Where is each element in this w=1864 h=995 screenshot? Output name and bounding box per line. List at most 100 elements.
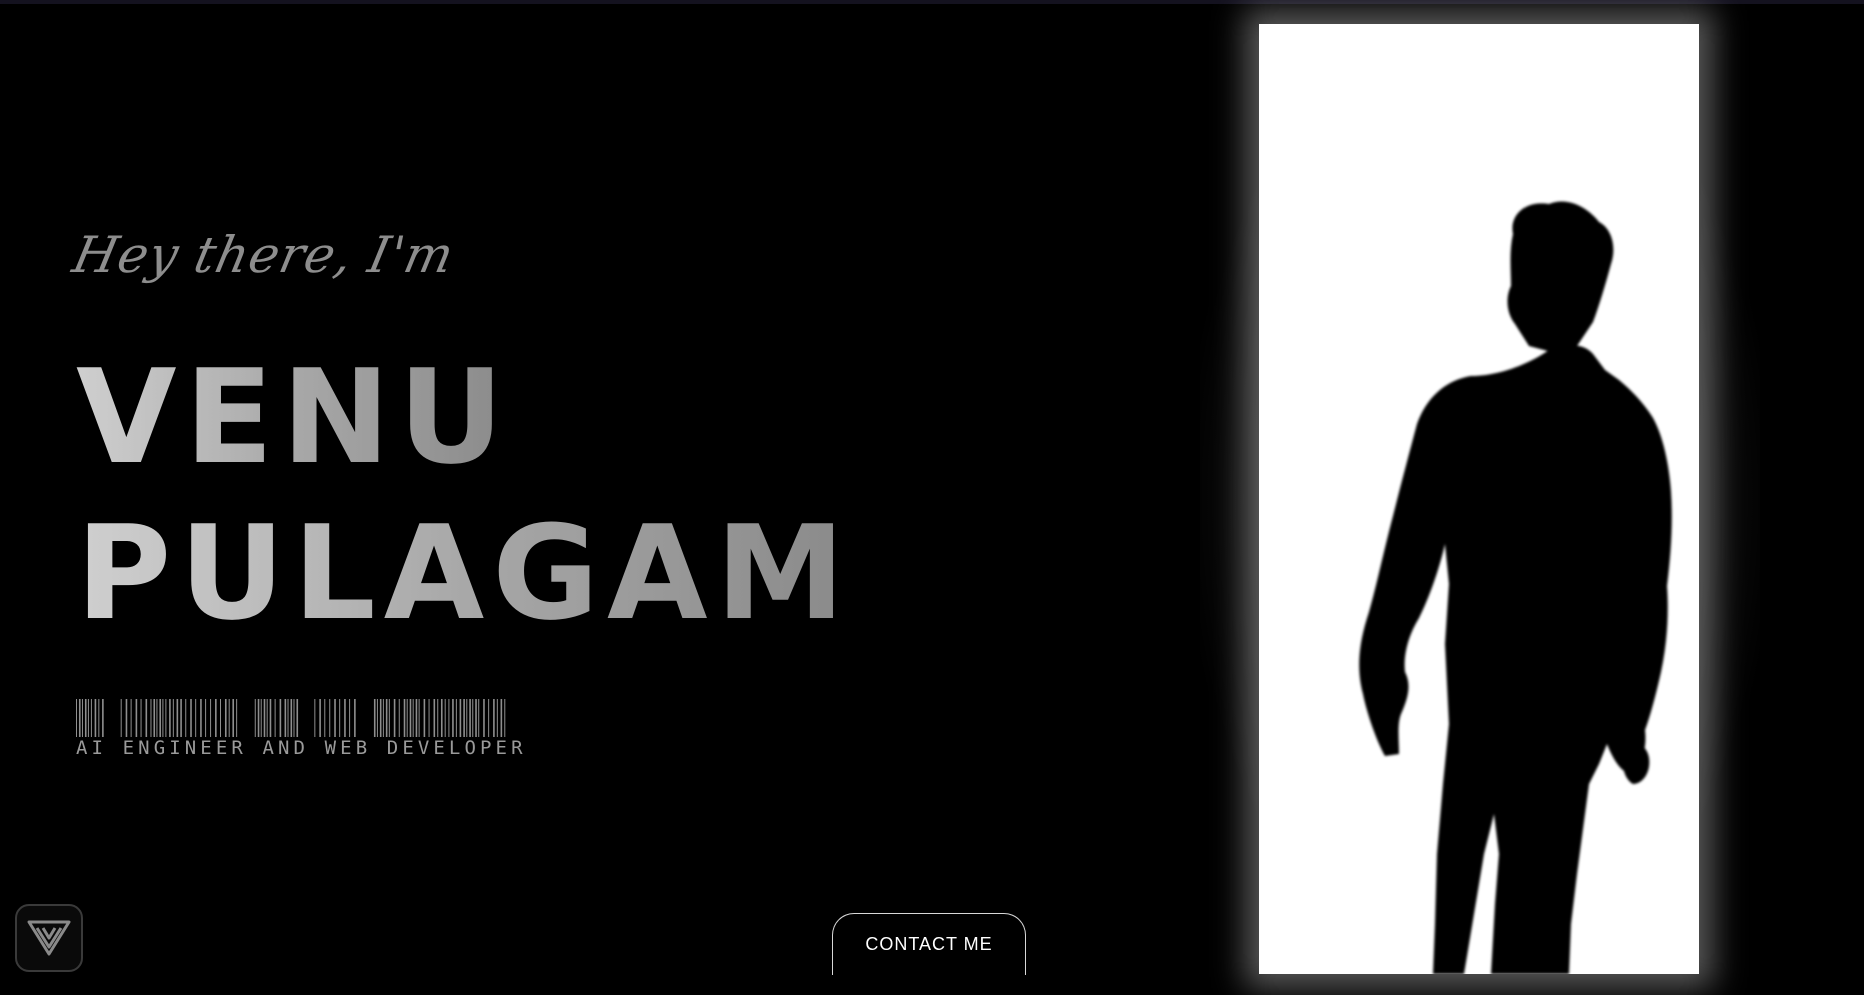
barcode-bar (279, 699, 282, 737)
barcode-bar (296, 699, 299, 737)
barcode-bar (472, 699, 474, 737)
barcode-bar (290, 699, 293, 737)
barcode-bar (87, 699, 89, 737)
barcode-bar (220, 699, 221, 737)
barcode-bar (263, 699, 266, 737)
barcode-bar (475, 699, 477, 737)
barcode-bar (455, 699, 457, 737)
barcode-bar (409, 699, 412, 737)
barcode-bar (200, 699, 202, 737)
barcode-graphic (76, 699, 508, 737)
barcode-bar (376, 699, 378, 737)
hero-subtitle: AI ENGINEER AND WEB DEVELOPER (76, 737, 527, 759)
hero-last-name: PULAGAM (76, 497, 853, 649)
barcode-bar (287, 699, 289, 737)
barcode-bar (469, 699, 471, 737)
barcode-bar (153, 699, 156, 737)
barcode-bar (90, 699, 92, 737)
barcode-bar (319, 699, 321, 737)
barcode-bar (76, 699, 77, 737)
barcode-bar (120, 699, 122, 737)
barcode-bar (169, 699, 171, 737)
barcode-bar (412, 699, 414, 737)
site-logo[interactable] (15, 904, 83, 972)
barcode-bar (324, 699, 326, 737)
contact-me-button[interactable]: CONTACT ME (832, 913, 1026, 975)
barcode-bar (423, 699, 426, 737)
barcode-bar (172, 699, 174, 737)
barcode-bar (418, 699, 420, 737)
barcode-bar (344, 699, 346, 737)
barcode-bar (145, 699, 148, 737)
barcode-bar (150, 699, 152, 737)
barcode-bar (293, 699, 295, 737)
barcode-bar (102, 699, 104, 737)
hero-subtitle-block: AI ENGINEER AND WEB DEVELOPER (76, 699, 527, 759)
barcode-bar (334, 699, 336, 737)
barcode-bar (466, 699, 468, 737)
barcode-bar (84, 699, 87, 737)
barcode-bar (496, 699, 498, 737)
hero-greeting: Hey there, I'm (67, 226, 460, 284)
barcode-bar (329, 699, 331, 737)
barcode-bar (448, 699, 450, 737)
barcode-bar (349, 699, 351, 737)
barcode-bar (130, 699, 132, 737)
barcode-bar (228, 699, 230, 737)
chevron-v-logo-icon (27, 920, 71, 956)
barcode-bar (314, 699, 316, 737)
barcode-bar (437, 699, 439, 737)
barcode-bar (257, 699, 260, 737)
barcode-bar (98, 699, 100, 737)
barcode-bar (393, 699, 396, 737)
barcode-bar (440, 699, 443, 737)
barcode-bar (354, 699, 356, 737)
barcode-bar (483, 699, 485, 737)
barcode-bar (382, 699, 384, 737)
hero-first-name: VENU (76, 341, 512, 493)
barcode-bar (180, 699, 182, 737)
barcode-bar (190, 699, 192, 737)
barcode-bar (493, 699, 495, 737)
barcode-bar (185, 699, 187, 737)
person-silhouette-image (1359, 201, 1672, 974)
barcode-bar (379, 699, 382, 737)
barcode-bar (125, 699, 128, 737)
barcode-bar (463, 699, 465, 737)
barcode-bar (176, 699, 179, 737)
barcode-bar (488, 699, 490, 737)
barcode-bar (254, 699, 256, 737)
barcode-bar (504, 699, 506, 737)
barcode-bar (284, 699, 287, 737)
barcode-bar (452, 699, 454, 737)
barcode-bar (266, 699, 268, 737)
barcode-bar (224, 699, 227, 737)
barcode-bar (433, 699, 436, 737)
barcode-bar (339, 699, 341, 737)
barcode-bar (500, 699, 503, 737)
barcode-bar (478, 699, 480, 737)
barcode-bar (78, 699, 81, 737)
barcode-bar (406, 699, 408, 737)
barcode-bar (94, 699, 97, 737)
barcode-bar (260, 699, 262, 737)
barcode-bar (81, 699, 83, 737)
barcode-bar (428, 699, 430, 737)
barcode-bar (274, 699, 276, 737)
barcode-bar (165, 699, 167, 737)
barcode-bar (215, 699, 217, 737)
barcode-bar (232, 699, 235, 737)
barcode-bar (236, 699, 238, 737)
barcode-bar (159, 699, 162, 737)
barcode-bar (269, 699, 272, 737)
barcode-bar (210, 699, 212, 737)
hero-photo-doorway (1259, 24, 1699, 974)
barcode-bar (403, 699, 406, 737)
barcode-bar (444, 699, 446, 737)
top-accent-bar (0, 0, 1864, 4)
barcode-bar (415, 699, 418, 737)
barcode-bar (140, 699, 142, 737)
barcode-bar (373, 699, 376, 737)
barcode-bar (135, 699, 138, 737)
barcode-bar (195, 699, 197, 737)
